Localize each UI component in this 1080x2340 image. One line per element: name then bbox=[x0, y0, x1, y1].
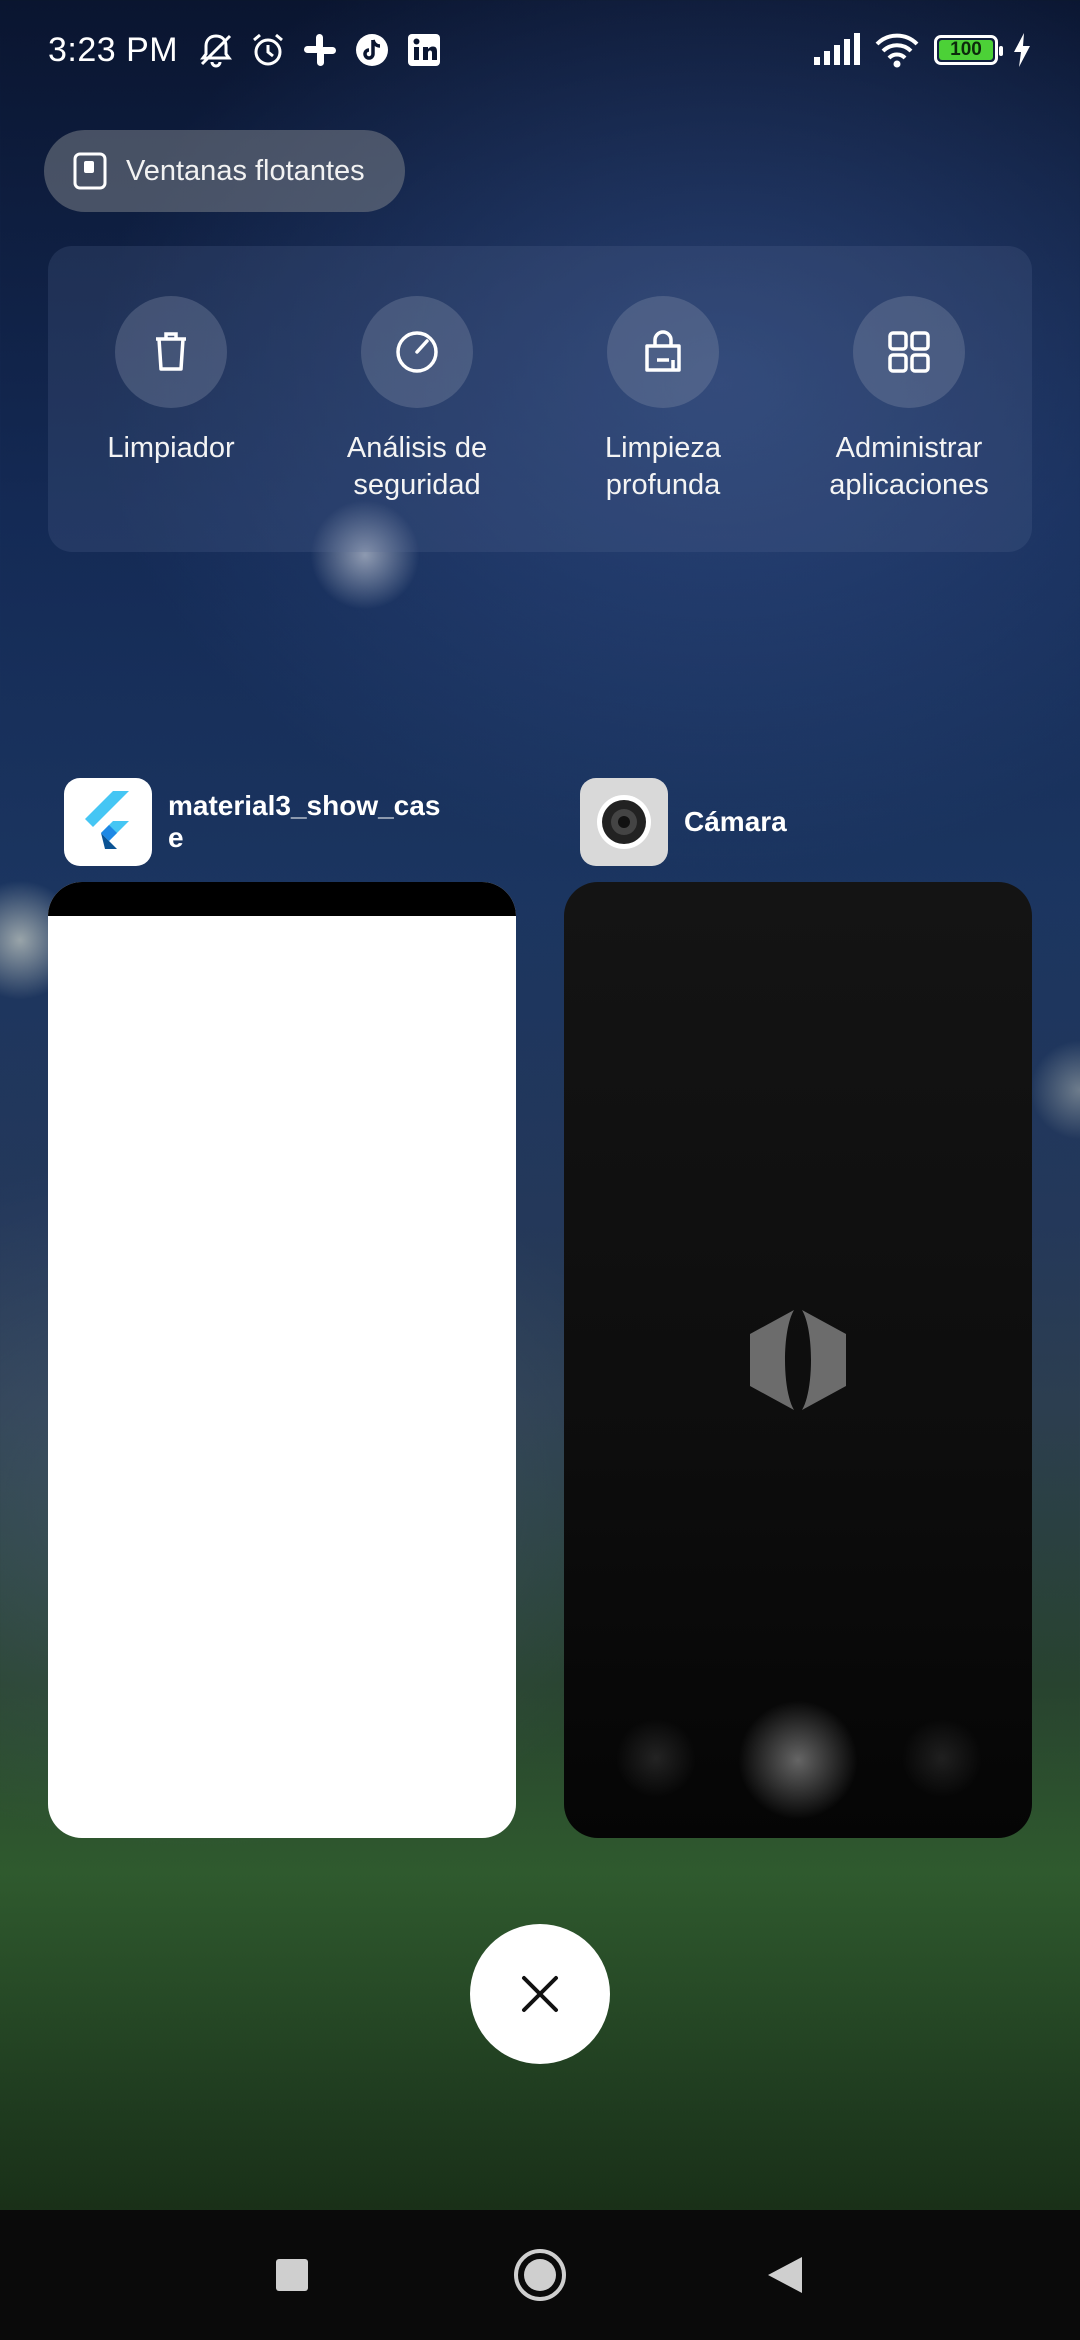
camera-app-logo-icon bbox=[750, 1310, 846, 1410]
floating-window-icon bbox=[73, 152, 107, 190]
battery-icon: 100 bbox=[934, 35, 1003, 65]
flutter-icon bbox=[64, 778, 152, 866]
slack-icon bbox=[304, 34, 337, 66]
quick-tools-panel: Limpiador Análisis de seguridad Limpieza p… bbox=[48, 246, 1032, 552]
home-nav-button[interactable] bbox=[505, 2240, 575, 2310]
bell-muted-icon bbox=[200, 34, 233, 68]
tool-icon-circle bbox=[115, 296, 227, 408]
tool-security-scan[interactable]: Análisis de seguridad bbox=[294, 296, 540, 504]
navigation-bar bbox=[0, 2210, 1080, 2340]
app-header-material3[interactable]: material3_show_cas e bbox=[64, 778, 440, 866]
linkedin-icon bbox=[408, 34, 441, 66]
signal-icon bbox=[814, 33, 860, 65]
triangle-back-icon bbox=[768, 2257, 802, 2293]
tool-label: Administrar aplicaciones bbox=[829, 432, 989, 501]
app-name: material3_show_cas e bbox=[168, 790, 441, 853]
app-header-camera[interactable]: Cámara bbox=[580, 778, 787, 866]
app-card-status-strip bbox=[48, 882, 516, 916]
battery-percent: 100 bbox=[950, 39, 982, 60]
security-scan-icon bbox=[396, 331, 438, 373]
circle-icon bbox=[514, 2249, 566, 2301]
status-right: 100 bbox=[812, 32, 1032, 68]
tool-icon-circle bbox=[853, 296, 965, 408]
tool-cleaner[interactable]: Limpiador bbox=[48, 296, 294, 467]
side-glow bbox=[902, 1718, 982, 1798]
tool-label: Limpiador bbox=[107, 432, 235, 464]
shutter-glow bbox=[738, 1700, 858, 1820]
tool-icon-circle bbox=[607, 296, 719, 408]
close-icon bbox=[522, 1976, 558, 2012]
side-glow bbox=[616, 1718, 696, 1798]
tool-deep-clean[interactable]: Limpieza profunda bbox=[540, 296, 786, 504]
tiktok-icon bbox=[356, 34, 389, 66]
recent-app-card-material3[interactable] bbox=[48, 882, 516, 1838]
trash-icon bbox=[156, 332, 186, 371]
recent-app-card-camera[interactable] bbox=[564, 882, 1032, 1838]
status-bar: 3:23 PM 100 bbox=[0, 0, 1080, 100]
tool-manage-apps[interactable]: Administrar aplicaciones bbox=[786, 296, 1032, 504]
camera-icon bbox=[580, 778, 668, 866]
alarm-icon bbox=[253, 33, 284, 66]
clear-all-button[interactable] bbox=[470, 1924, 610, 2064]
wifi-icon bbox=[875, 33, 919, 68]
recents-nav-button[interactable] bbox=[257, 2240, 327, 2310]
apps-grid-icon bbox=[888, 331, 930, 373]
tool-label: Limpieza profunda bbox=[604, 432, 722, 501]
tool-label: Análisis de seguridad bbox=[346, 432, 488, 501]
status-time: 3:23 PM bbox=[48, 30, 179, 69]
floating-windows-button[interactable]: Ventanas flotantes bbox=[44, 130, 405, 212]
deep-clean-icon bbox=[645, 330, 681, 372]
status-left: 3:23 PM bbox=[48, 30, 444, 70]
floating-windows-label: Ventanas flotantes bbox=[126, 154, 365, 187]
back-nav-button[interactable] bbox=[750, 2240, 820, 2310]
background-light bbox=[1030, 1040, 1080, 1140]
charging-icon bbox=[1014, 33, 1030, 67]
app-name: Cámara bbox=[684, 806, 787, 837]
tool-icon-circle bbox=[361, 296, 473, 408]
square-icon bbox=[276, 2259, 308, 2291]
